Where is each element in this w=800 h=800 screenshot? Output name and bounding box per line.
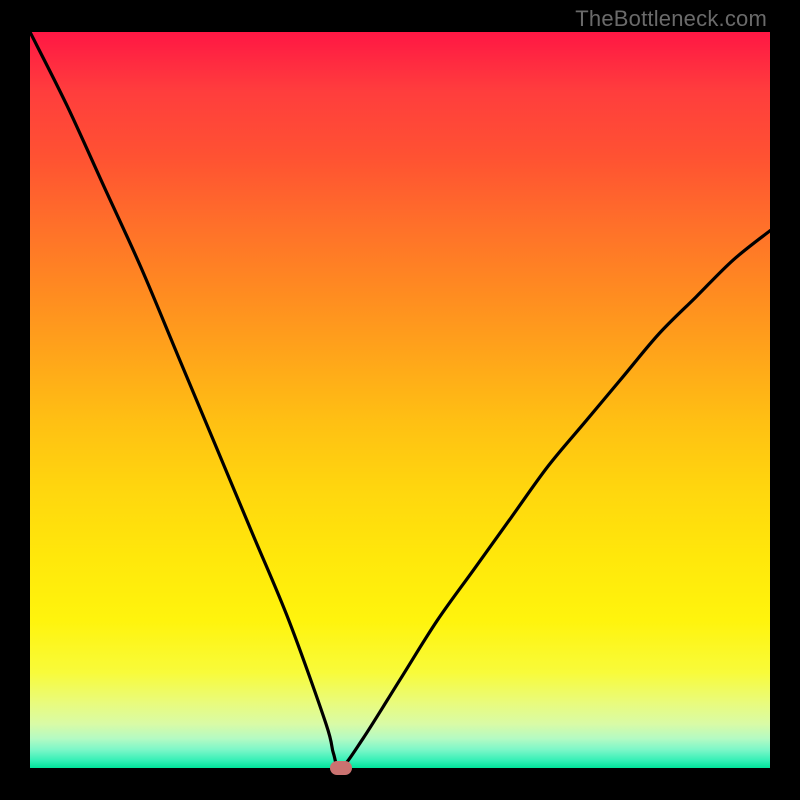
plot-area [30, 32, 770, 768]
minimum-marker [330, 761, 352, 775]
bottleneck-curve [30, 32, 770, 768]
chart-container: TheBottleneck.com [0, 0, 800, 800]
watermark-text: TheBottleneck.com [575, 6, 767, 32]
